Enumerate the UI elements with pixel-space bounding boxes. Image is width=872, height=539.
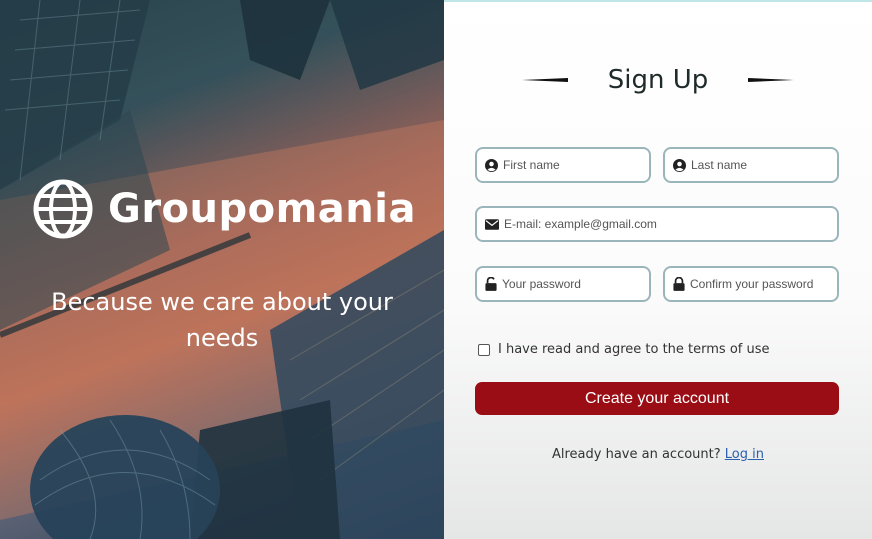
create-account-button[interactable]: Create your account [475,382,839,415]
unlock-icon [485,277,497,291]
brand-logo: Groupomania [32,178,416,240]
title-decoration-left [522,78,568,82]
last-name-field[interactable] [663,147,839,183]
email-input[interactable] [504,217,837,231]
first-name-input[interactable] [503,158,649,172]
form-title-row: Sign Up [522,60,794,100]
form-title: Sign Up [607,65,709,95]
tagline: Because we care about your needs [51,288,393,352]
confirm-password-input[interactable] [690,277,837,291]
title-decoration-right [747,78,794,82]
user-circle-icon [673,158,686,172]
hero-overlay [0,0,444,539]
terms-agreement[interactable]: I have read and agree to the terms of us… [478,342,770,357]
first-name-field[interactable] [475,147,651,183]
lock-icon [673,277,685,291]
user-circle-icon [485,158,498,172]
last-name-input[interactable] [691,158,837,172]
signup-page: Groupomania Because we care about your n… [0,0,872,539]
signup-form-panel: Sign Up First name Last name E-mail: exa… [444,0,872,539]
confirm-password-field[interactable] [663,266,839,302]
envelope-icon [485,218,499,230]
login-prompt-row: Already have an account? Log in [444,447,872,462]
hero-panel: Groupomania Because we care about your n… [0,0,444,539]
terms-label: I have read and agree to the terms of us… [498,342,770,357]
email-field[interactable] [475,206,839,242]
password-field[interactable] [475,266,651,302]
login-prompt-text: Already have an account? [551,447,721,462]
password-input[interactable] [502,277,649,291]
brand-name: Groupomania [108,186,416,232]
login-link[interactable]: Log in [725,447,764,462]
globe-icon [33,179,93,239]
terms-checkbox[interactable] [478,343,490,356]
